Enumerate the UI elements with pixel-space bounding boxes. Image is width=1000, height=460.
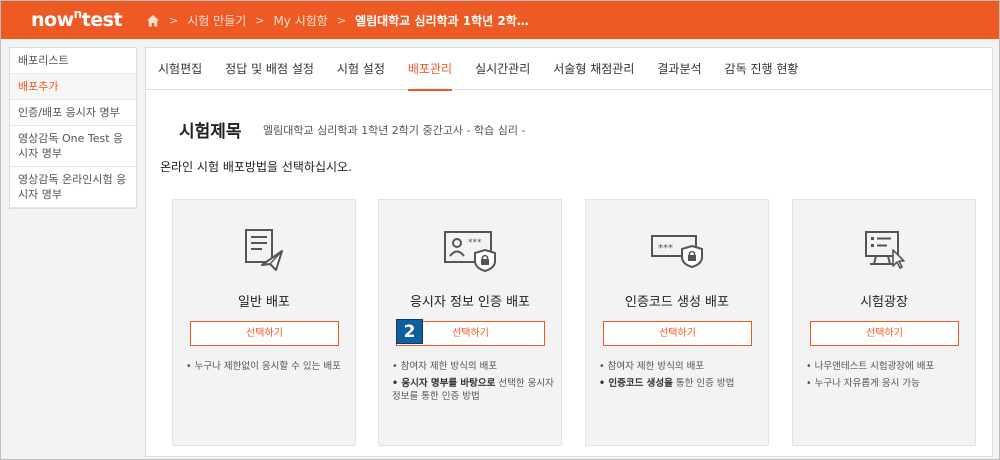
card-description: • 나우앤테스트 시험광장에 배포 • 누구나 자유롭게 응시 가능 [806,360,970,394]
sidebar-item-deploy-list[interactable]: 배포리스트 [10,48,136,74]
deploy-card-general: 일반 배포 선택하기 • 누구나 제한없이 응시할 수 있는 배포 [172,199,356,446]
id-card-lock-icon: *** [444,231,496,272]
card-title: 시험광장 [860,295,908,310]
tab-proctor-status[interactable]: 감독 진행 현황 [725,48,799,90]
card-description: • 참여자 제한 방식의 배포 • 응시자 명부를 바탕으로 선택한 응시자 정… [392,360,556,407]
card-description: • 참여자 제한 방식의 배포 • 인증코드 생성을 통한 인증 방법 [599,360,763,394]
sidebar-item-deploy-add[interactable]: 배포추가 [10,74,136,100]
content-area: 시험제목 엘림대학교 심리학과 1학년 2학기 중간고사 - 학습 심리 - 온… [146,91,992,456]
logo[interactable]: nowntest [31,7,123,31]
breadcrumb-separator-icon: > [336,14,347,27]
breadcrumb: > 시험 만들기 > My 시험함 > 엘림대학교 심리학과 1학년 2학… [146,12,529,29]
page-title: 시험제목 [179,122,242,142]
sidebar-item-online-roster[interactable]: 영상감독 온라인시험 응시자 명부 [10,167,136,208]
exam-subtitle: 엘림대학교 심리학과 1학년 2학기 중간고사 - 학습 심리 - [263,124,526,137]
card-description: • 누구나 제한없이 응시할 수 있는 배포 [186,360,350,377]
top-bar: nowntest > 시험 만들기 > My 시험함 > 엘림대학교 심리학과 … [1,1,999,39]
card-title: 일반 배포 [238,295,290,310]
step-number-badge: 2 [396,319,423,344]
tab-answer-score[interactable]: 정답 및 배점 설정 [225,48,314,90]
card-title: 인증코드 생성 배포 [625,295,729,310]
list-item: • 누구나 제한없이 응시할 수 있는 배포 [186,361,341,372]
instruction-text: 온라인 시험 배포방법을 선택하십시오. [160,160,352,174]
tab-exam-settings[interactable]: 시험 설정 [337,48,385,90]
list-item: • 누구나 자유롭게 응시 가능 [806,378,920,389]
svg-text:***: *** [468,238,482,248]
deploy-card-auth-code: *** 인증코드 생성 배포 선택하기 • 참여자 제한 방식의 배포 • 인증… [585,199,769,446]
list-item: • 나우앤테스트 시험광장에 배포 [806,361,935,372]
app-window: nowntest > 시험 만들기 > My 시험함 > 엘림대학교 심리학과 … [0,0,1000,460]
home-icon[interactable] [146,14,160,28]
breadcrumb-item-current: 엘림대학교 심리학과 1학년 2학… [355,14,529,28]
password-lock-icon: *** [651,235,703,269]
svg-text:***: *** [658,243,673,254]
select-button-general[interactable]: 선택하기 [190,321,339,346]
select-button-auth-code[interactable]: 선택하기 [603,321,752,346]
list-item: • 참여자 제한 방식의 배포 [599,361,705,372]
tab-bar: 시험편집 정답 및 배점 설정 시험 설정 배포관리 실시간관리 서술형 채점관… [146,48,992,91]
breadcrumb-item-create[interactable]: 시험 만들기 [187,12,246,29]
list-item: • 참여자 제한 방식의 배포 [392,361,498,372]
breadcrumb-separator-icon: > [255,14,265,27]
card-title: 응시자 정보 인증 배포 [409,295,531,310]
tab-edit[interactable]: 시험편집 [158,48,202,90]
breadcrumb-item-my-exams[interactable]: My 시험함 [273,12,327,29]
sidebar: 배포리스트 배포추가 인증/배포 응시자 명부 영상감독 One Test 응시… [9,47,137,209]
tab-realtime[interactable]: 실시간관리 [475,48,530,90]
list-item: • 응시자 명부를 바탕으로 선택한 응시자 정보를 통한 인증 방법 [392,378,554,402]
document-send-icon [245,229,283,271]
tab-deploy[interactable]: 배포관리 [407,48,453,91]
main-panel: 시험편집 정답 및 배점 설정 시험 설정 배포관리 실시간관리 서술형 채점관… [145,47,993,457]
breadcrumb-separator-icon: > [169,14,179,27]
tab-results[interactable]: 결과분석 [657,48,701,90]
tab-essay-grading[interactable]: 서술형 채점관리 [553,48,634,90]
monitor-click-icon [865,231,905,269]
deploy-card-exam-plaza: 시험광장 선택하기 • 나우앤테스트 시험광장에 배포 • 누구나 자유롭게 응… [792,199,976,446]
sidebar-item-onetest-roster[interactable]: 영상감독 One Test 응시자 명부 [10,126,136,167]
select-button-exam-plaza[interactable]: 선택하기 [810,321,959,346]
list-item: • 인증코드 생성을 통한 인증 방법 [599,378,735,389]
sidebar-item-auth-roster[interactable]: 인증/배포 응시자 명부 [10,100,136,126]
